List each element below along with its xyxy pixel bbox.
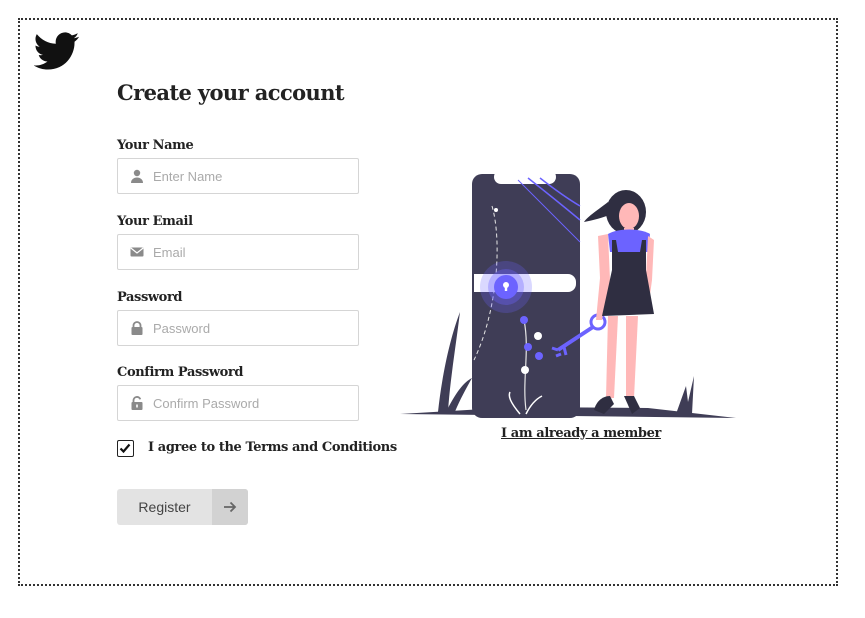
arrow-right-icon [224, 501, 237, 513]
lock-icon [131, 321, 143, 335]
already-member-link[interactable]: I am already a member [501, 426, 661, 441]
register-arrow [212, 489, 248, 525]
register-button[interactable]: Register [117, 489, 248, 525]
terms-label[interactable]: I agree to the Terms and Conditions [148, 440, 397, 455]
confirm-password-input[interactable] [153, 386, 353, 420]
name-label: Your Name [117, 138, 194, 153]
email-field[interactable] [117, 234, 359, 270]
twitter-bird-icon [34, 32, 80, 70]
envelope-icon [130, 247, 144, 257]
confirm-password-label: Confirm Password [117, 365, 244, 380]
terms-checkbox[interactable] [117, 440, 134, 457]
user-icon [131, 169, 143, 183]
register-label: Register [138, 499, 191, 515]
email-input[interactable] [153, 235, 353, 269]
phone-key-woman-illustration [400, 170, 736, 418]
checkmark-icon [119, 443, 131, 454]
name-input[interactable] [153, 159, 353, 193]
confirm-password-field[interactable] [117, 385, 359, 421]
password-input[interactable] [153, 311, 353, 345]
password-label: Password [117, 290, 183, 305]
password-field[interactable] [117, 310, 359, 346]
email-label: Your Email [117, 214, 193, 229]
lock-open-icon [131, 396, 143, 410]
page-title: Create your account [117, 80, 345, 105]
name-field[interactable] [117, 158, 359, 194]
